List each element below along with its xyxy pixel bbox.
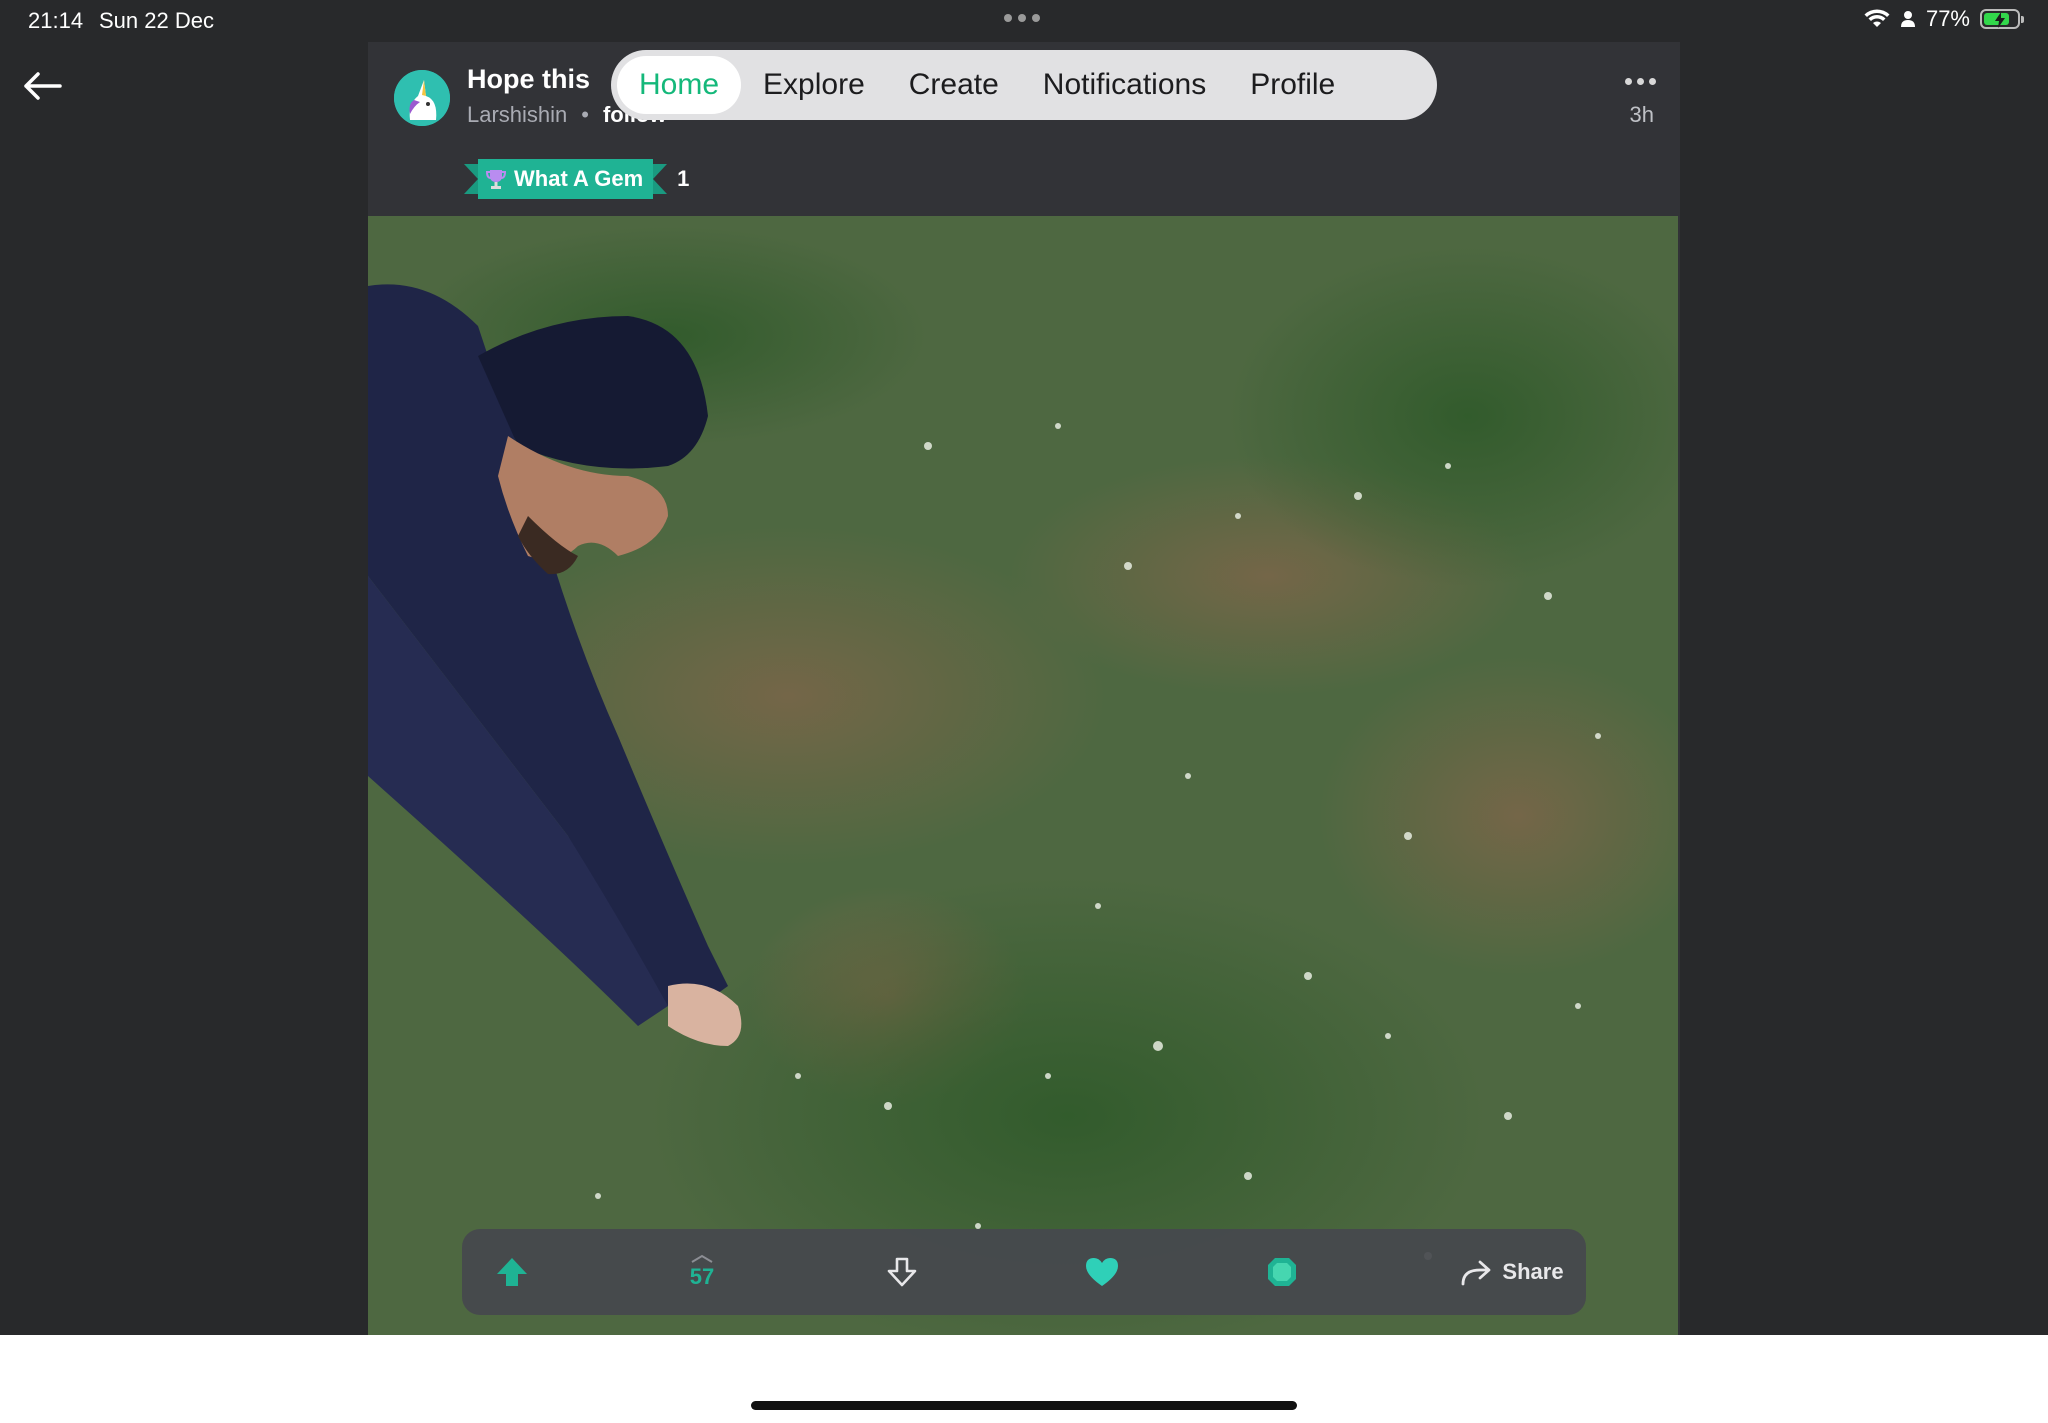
person-icon — [1900, 11, 1915, 27]
gem-icon — [1268, 1258, 1296, 1286]
award-count: 1 — [677, 166, 690, 191]
home-indicator[interactable] — [751, 1401, 1297, 1410]
post-action-bar: 57 Share — [462, 1229, 1586, 1315]
meta-separator: • — [581, 102, 589, 127]
like-button[interactable] — [1062, 1229, 1142, 1315]
wifi-icon — [1864, 9, 1890, 27]
status-indicators: 77% — [1864, 6, 2024, 32]
avatar[interactable] — [394, 70, 450, 126]
post-time: 3h — [1629, 102, 1654, 127]
tab-home[interactable]: Home — [617, 56, 742, 114]
ribbon-tail-right — [653, 164, 668, 194]
downvote-button[interactable] — [862, 1229, 942, 1315]
author-name[interactable]: Larshishin — [467, 102, 567, 128]
more-options-icon[interactable] — [1625, 78, 1656, 85]
status-date: Sun 22 Dec — [99, 8, 214, 33]
top-nav-tabs: Home Explore Create Notifications Profile — [611, 50, 1437, 120]
share-button[interactable]: Share — [1452, 1229, 1572, 1315]
ribbon-tail-left — [464, 164, 478, 194]
tab-notifications[interactable]: Notifications — [1021, 56, 1228, 114]
downvote-icon — [887, 1257, 917, 1287]
share-label: Share — [1502, 1259, 1564, 1284]
award-ribbon: What A Gem — [478, 159, 654, 199]
status-bar: 21:14 Sun 22 Dec 77% — [0, 0, 2048, 40]
status-time: 21:14 — [28, 8, 84, 33]
trophy-icon — [486, 170, 506, 189]
award-label: What A Gem — [514, 166, 644, 191]
heart-icon — [1086, 1258, 1118, 1286]
chevron-up-icon — [691, 1254, 713, 1263]
award-button[interactable] — [1242, 1229, 1322, 1315]
back-arrow-icon[interactable] — [20, 66, 64, 106]
tab-explore[interactable]: Explore — [741, 56, 887, 114]
battery-icon — [1980, 9, 2024, 29]
award-badge[interactable]: What A Gem 1 — [464, 158, 689, 200]
upvote-icon — [497, 1258, 527, 1286]
video-frame — [368, 216, 1678, 1335]
tab-create[interactable]: Create — [887, 56, 1021, 114]
upvote-button[interactable] — [472, 1229, 552, 1315]
post-media[interactable] — [368, 216, 1678, 1335]
battery-percent: 77% — [1925, 6, 1970, 31]
score-display: 57 — [662, 1229, 742, 1315]
tab-profile[interactable]: Profile — [1228, 56, 1357, 114]
post-title[interactable]: Hope this — [467, 64, 590, 95]
post-card: Hope this Larshishin • follow 3h What A … — [368, 42, 1680, 1335]
unicorn-avatar-icon — [394, 70, 450, 126]
vote-score: 57 — [689, 1264, 715, 1289]
share-icon — [1462, 1260, 1491, 1286]
multitasking-dots-icon[interactable] — [1004, 14, 1044, 24]
